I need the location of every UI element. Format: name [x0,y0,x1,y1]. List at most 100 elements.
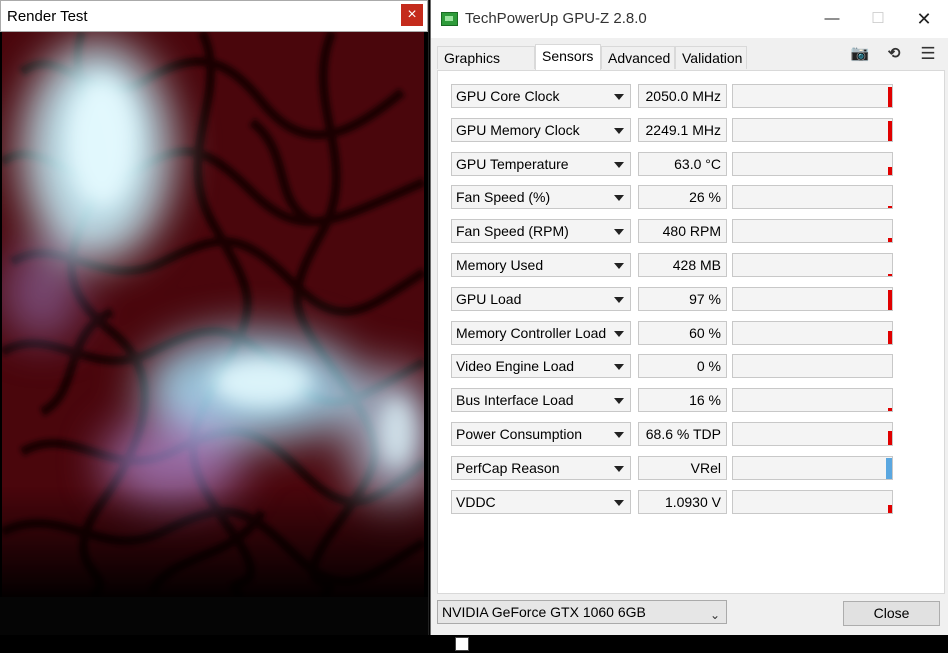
sensor-name-label: Memory Used [456,257,544,273]
sensor-graph [732,388,893,412]
sensor-graph-fill [888,121,892,141]
tab-sensors[interactable]: Sensors [535,44,601,70]
sensor-graph [732,422,893,446]
gpu-select-value: NVIDIA GeForce GTX 1060 6GB [442,604,646,620]
minimize-icon[interactable]: — [809,6,855,32]
dropdown-arrow-icon [614,297,624,303]
camera-icon[interactable]: 📷 [849,44,871,64]
sensor-name-label: GPU Memory Clock [456,122,580,138]
sensor-graph [732,287,893,311]
gpu-card-icon [441,12,458,26]
sensor-graph [732,253,893,277]
sensor-graph-fill [888,431,892,445]
tab-advanced[interactable]: Advanced [601,46,675,69]
sensor-row: Memory Used 428 MB [451,253,921,277]
sensor-value: 480 RPM [638,219,727,243]
refresh-icon[interactable]: ⟲ [883,44,905,64]
render-test-window: Render Test × [0,0,429,635]
sensor-graph-fill [888,87,892,107]
sensor-value: 428 MB [638,253,727,277]
sensor-value: 63.0 °C [638,152,727,176]
sensor-name-label: Bus Interface Load [456,392,574,408]
sensor-graph-fill [888,206,892,208]
sensor-graph-fill [888,167,892,175]
sensor-name-dropdown[interactable]: Fan Speed (%) [451,185,631,209]
sensor-graph [732,354,893,378]
sensor-graph-fill [888,290,892,310]
sensor-value: 0 % [638,354,727,378]
sensor-name-dropdown[interactable]: PerfCap Reason [451,456,631,480]
sensor-name-dropdown[interactable]: GPU Memory Clock [451,118,631,142]
dropdown-arrow-icon [614,128,624,134]
sensor-graph [732,456,893,480]
sensor-name-dropdown[interactable]: Power Consumption [451,422,631,446]
sensor-row: VDDC 1.0930 V [451,490,921,514]
sensor-name-dropdown[interactable]: Memory Used [451,253,631,277]
sensor-graph [732,219,893,243]
window-title: Render Test [7,8,88,25]
sensor-name-dropdown[interactable]: Fan Speed (RPM) [451,219,631,243]
sensor-graph-fill [888,238,892,242]
sensor-row: Video Engine Load 0 % [451,354,921,378]
sensor-value: 16 % [638,388,727,412]
sensor-graph-fill [888,505,892,513]
sensor-row: PerfCap Reason VRel [451,456,921,480]
canvas-fade [2,487,424,597]
sensor-name-label: Fan Speed (%) [456,189,551,205]
sensor-name-dropdown[interactable]: Video Engine Load [451,354,631,378]
menu-icon[interactable]: ☰ [917,44,939,64]
sensor-value: 68.6 % TDP [638,422,727,446]
render-test-titlebar[interactable]: Render Test × [0,0,428,32]
close-icon[interactable]: ✕ [901,6,947,32]
dropdown-arrow-icon [614,432,624,438]
sensor-graph-fill [888,408,892,411]
sensor-value: 60 % [638,321,727,345]
sensor-value: 2050.0 MHz [638,84,727,108]
dropdown-arrow-icon [614,331,624,337]
sensor-row: GPU Core Clock 2050.0 MHz [451,84,921,108]
dropdown-arrow-icon [614,364,624,370]
sensor-graph [732,152,893,176]
log-to-file-checkbox[interactable] [455,637,469,651]
tab-graphics-card[interactable]: Graphics Card [437,46,535,88]
sensor-name-dropdown[interactable]: VDDC [451,490,631,514]
close-icon[interactable]: × [401,4,423,26]
log-to-file-label: Log to file [474,637,535,653]
gpuz-titlebar[interactable]: TechPowerUp GPU-Z 2.8.0 — ☐ ✕ [431,0,948,38]
sensor-name-dropdown[interactable]: GPU Load [451,287,631,311]
gpu-select-dropdown[interactable]: NVIDIA GeForce GTX 1060 6GB ⌄ [437,600,727,624]
sensor-graph [732,490,893,514]
render-bottom-strip [0,597,428,635]
close-button[interactable]: Close [843,601,940,626]
dropdown-arrow-icon [614,162,624,168]
sensor-graph-fill [888,274,892,276]
sensor-row: Fan Speed (RPM) 480 RPM [451,219,921,243]
sensor-name-label: Power Consumption [456,426,583,442]
dropdown-arrow-icon [614,263,624,269]
sensor-name-label: GPU Core Clock [456,88,560,104]
sensor-name-dropdown[interactable]: Bus Interface Load [451,388,631,412]
sensor-name-dropdown[interactable]: Memory Controller Load [451,321,631,345]
maximize-icon[interactable]: ☐ [855,6,901,32]
dropdown-arrow-icon [614,195,624,201]
dropdown-arrow-icon [614,398,624,404]
dropdown-arrow-icon [614,229,624,235]
sensor-name-label: Memory Controller Load [456,325,607,341]
sensor-row: GPU Temperature 63.0 °C [451,152,921,176]
sensor-name-label: GPU Load [456,291,522,307]
sensor-name-dropdown[interactable]: GPU Core Clock [451,84,631,108]
render-canvas [2,32,424,597]
window-title: TechPowerUp GPU-Z 2.8.0 [465,10,647,27]
dropdown-arrow-icon [614,466,624,472]
sensor-row: GPU Memory Clock 2249.1 MHz [451,118,921,142]
sensor-value: 97 % [638,287,727,311]
sensor-row: Fan Speed (%) 26 % [451,185,921,209]
sensor-name-dropdown[interactable]: GPU Temperature [451,152,631,176]
sensor-row: GPU Load 97 % [451,287,921,311]
sensor-name-label: Fan Speed (RPM) [456,223,569,239]
sensor-value: 1.0930 V [638,490,727,514]
tab-validation[interactable]: Validation [675,46,747,69]
sensor-row: Memory Controller Load 60 % [451,321,921,345]
sensor-name-label: PerfCap Reason [456,460,560,476]
dropdown-arrow-icon [614,94,624,100]
